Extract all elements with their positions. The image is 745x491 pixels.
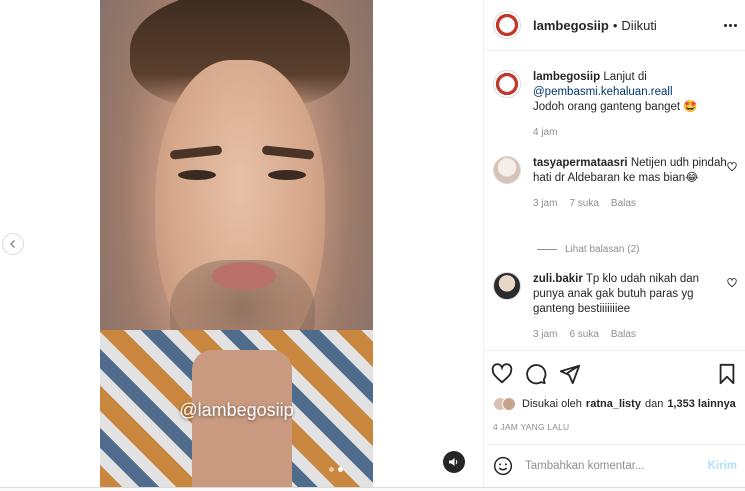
likes-middle: dan [644,398,664,410]
speaker-icon [449,458,458,466]
media-pane: @lambegosiip [0,0,484,487]
carousel-dots [329,467,343,472]
video-eye-left [178,170,216,180]
post-actions: Disukai oleh ratna_listy dan 1,353 lainn… [485,350,745,450]
post-header: lambegosiip • Diikuti [485,0,745,51]
comment-username[interactable]: zuli.bakir [533,273,583,285]
view-replies-label[interactable]: Lihat balasan (2) [565,244,640,255]
comment-item: zuli.bakir Tp klo udah nikah dan punya a… [493,272,743,342]
page-bottom-divider [0,487,745,491]
share-icon[interactable] [559,363,581,385]
caption-meta: 4 jam [533,125,731,140]
view-replies[interactable]: Lihat balasan (2) [537,244,640,255]
caption-avatar[interactable] [493,70,521,98]
commenter-avatar[interactable] [493,156,521,184]
comment-item: tasyapermataasri Netijen udh pindah hati… [493,156,743,211]
heart-icon[interactable] [727,162,737,172]
comment-time[interactable]: 3 jam [533,196,557,211]
likes-count[interactable]: 1,353 lainnya [667,398,736,410]
carousel-dot-2 [338,467,343,472]
header-separator: • [612,17,618,33]
post-comment-button[interactable]: Kirim [708,460,737,472]
liker-avatar[interactable] [502,397,516,411]
caption-text-suffix: Jodoh orang ganteng banget 🤩 [533,101,698,113]
post-timestamp[interactable]: 4 JAM YANG LALU [493,422,569,432]
replies-line [537,249,557,250]
video-eye-right [268,170,306,180]
action-row [491,363,581,385]
comment-reply-button[interactable]: Balas [611,327,636,342]
heart-icon[interactable] [727,278,737,288]
like-icon[interactable] [491,363,513,385]
comment-username[interactable]: tasyapermataasri [533,157,628,169]
comment-input[interactable] [525,460,695,472]
post-video[interactable]: @lambegosiip [100,0,373,487]
comment-time[interactable]: 3 jam [533,327,557,342]
commenter-avatar[interactable] [493,272,521,300]
carousel-dot-1 [329,467,334,472]
comment-body: tasyapermataasri Netijen udh pindah hati… [533,156,731,211]
more-options-icon[interactable] [724,23,737,27]
comment-likes[interactable]: 6 suka [569,327,598,342]
caption-text-prefix: Lanjut di [603,71,647,83]
follow-status[interactable]: Diikuti [621,18,656,33]
comment-body: zuli.bakir Tp klo udah nikah dan punya a… [533,272,731,342]
author-username[interactable]: lambegosiip [533,18,609,33]
bookmark-icon[interactable] [717,363,737,385]
emoji-icon[interactable] [493,456,513,476]
comment-meta: 3 jam 7 suka Balas [533,196,731,211]
caption-time[interactable]: 4 jam [533,125,557,140]
likes-prefix: Disukai oleh [522,398,582,410]
caption-body: lambegosiip Lanjut di @pembasmi.kehaluan… [533,70,731,140]
likes-line: Disukai oleh ratna_listy dan 1,353 lainn… [493,397,736,411]
video-lips [212,262,276,290]
chevron-left-icon [9,239,16,249]
author-avatar[interactable] [493,11,521,39]
previous-post-button[interactable] [2,233,24,255]
likes-user[interactable]: ratna_listy [586,398,641,410]
comment-meta: 3 jam 6 suka Balas [533,327,731,342]
caption-username[interactable]: lambegosiip [533,71,600,83]
comment-likes[interactable]: 7 suka [569,196,598,211]
mute-button[interactable] [443,451,465,473]
video-watermark: @lambegosiip [179,400,294,420]
add-comment-bar: Kirim [485,444,745,487]
comment-reply-button[interactable]: Balas [611,196,636,211]
comment-icon[interactable] [525,363,547,385]
caption: lambegosiip Lanjut di @pembasmi.kehaluan… [493,70,743,140]
caption-mention[interactable]: @pembasmi.kehaluan.reall [533,86,673,98]
post-sidebar: lambegosiip • Diikuti lambegosiip Lanjut… [485,0,745,487]
